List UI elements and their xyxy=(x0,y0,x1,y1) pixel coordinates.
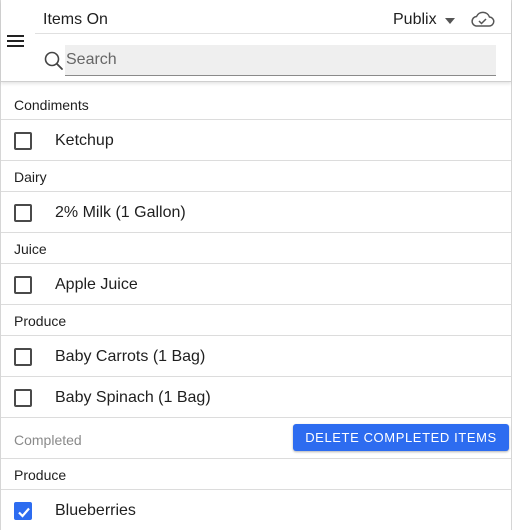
hamburger-menu-icon[interactable] xyxy=(5,30,27,52)
caret-down-icon xyxy=(444,17,455,24)
section-header: Condiments xyxy=(1,89,511,120)
section-header-label: Juice xyxy=(14,241,47,257)
section-header: Dairy xyxy=(1,161,511,192)
list-item-label: Apple Juice xyxy=(55,276,138,293)
list-item[interactable]: 2% Milk (1 Gallon) xyxy=(1,192,511,233)
list-item[interactable]: Baby Spinach (1 Bag) xyxy=(1,377,511,418)
section-header: Juice xyxy=(1,233,511,264)
list-item-label: Baby Spinach (1 Bag) xyxy=(55,389,211,406)
cloud-icon[interactable] xyxy=(469,9,495,29)
list-item[interactable]: Blueberries xyxy=(1,490,511,530)
section-header: Produce xyxy=(1,459,511,490)
section-header-label: Condiments xyxy=(14,97,89,113)
checkmark-icon xyxy=(18,507,30,518)
store-dropdown[interactable]: Publix xyxy=(393,11,455,29)
list-item-label: 2% Milk (1 Gallon) xyxy=(55,204,186,221)
shopping-list: Condiments Ketchup Dairy 2% Milk (1 Gallon)… xyxy=(1,89,511,530)
search-bar xyxy=(43,45,496,76)
list-item[interactable]: Apple Juice xyxy=(1,264,511,305)
delete-completed-button[interactable]: DELETE COMPLETED ITEMS xyxy=(293,424,509,451)
checkbox[interactable] xyxy=(14,348,32,366)
search-input[interactable] xyxy=(65,45,496,76)
list-item-label: Blueberries xyxy=(55,502,136,519)
completed-label: Completed xyxy=(14,432,82,448)
completed-header: Completed DELETE COMPLETED ITEMS xyxy=(1,418,511,459)
checkbox[interactable] xyxy=(14,132,32,150)
checkbox[interactable] xyxy=(14,389,32,407)
list-item[interactable]: Baby Carrots (1 Bag) xyxy=(1,336,511,377)
section-header-label: Dairy xyxy=(14,169,47,185)
list-item-label: Ketchup xyxy=(55,132,114,149)
checkbox-checked[interactable] xyxy=(14,502,32,520)
section-header-label: Produce xyxy=(14,467,67,483)
section-header: Produce xyxy=(1,305,511,336)
list-item-label: Baby Carrots (1 Bag) xyxy=(55,348,206,365)
app-header: Items On Publix xyxy=(1,0,511,82)
search-icon xyxy=(44,51,63,70)
store-dropdown-value: Publix xyxy=(393,11,437,28)
list-item[interactable]: Ketchup xyxy=(1,120,511,161)
checkbox[interactable] xyxy=(14,276,32,294)
header-top-bar: Items On Publix xyxy=(35,0,511,34)
page-title: Items On xyxy=(43,11,108,28)
checkbox[interactable] xyxy=(14,204,32,222)
section-header-label: Produce xyxy=(14,313,67,329)
app-window: Items On Publix Condiments Ketchup Dairy 2%… xyxy=(0,0,512,530)
